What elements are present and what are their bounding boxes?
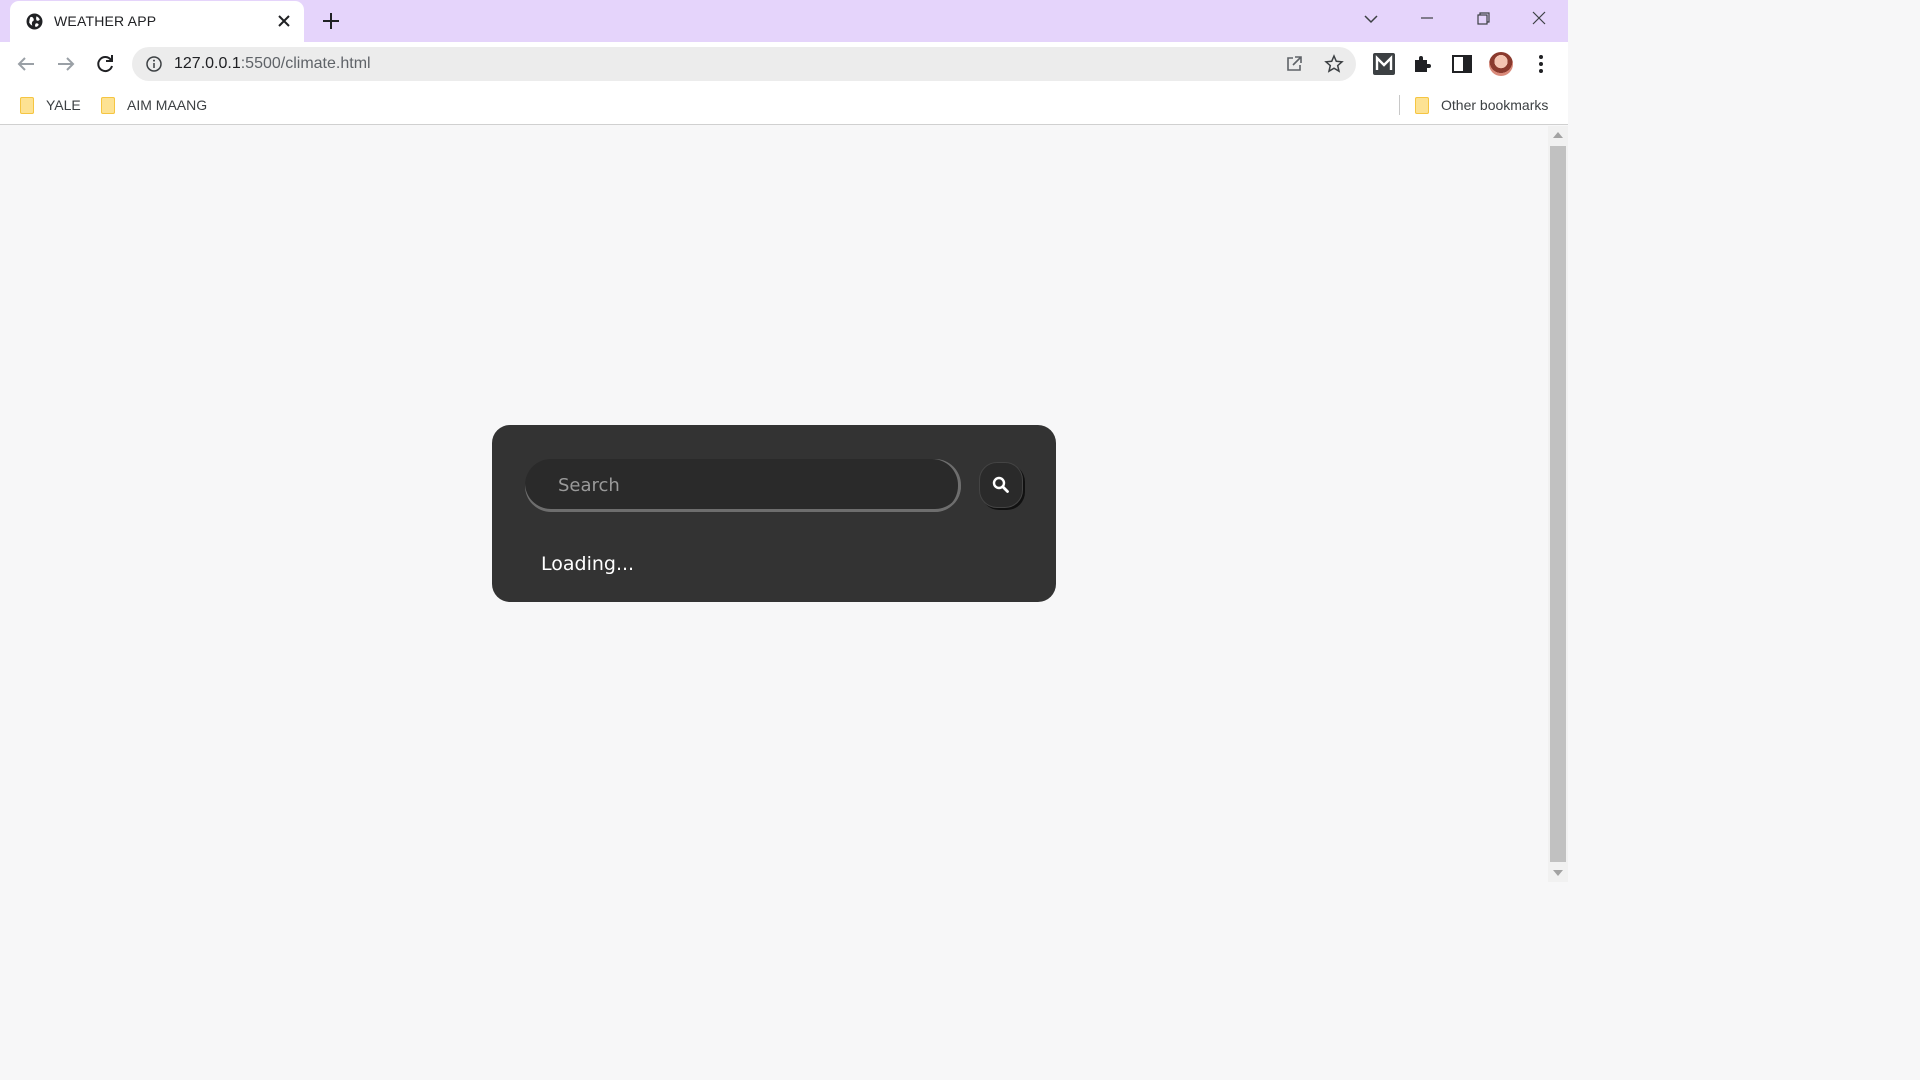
scroll-thumb[interactable] — [1550, 146, 1566, 862]
url-path: :5500/climate.html — [240, 55, 371, 72]
info-icon[interactable] — [146, 56, 162, 72]
vertical-scrollbar[interactable] — [1548, 126, 1568, 882]
close-window-icon[interactable] — [1522, 4, 1556, 34]
search-icon — [992, 476, 1009, 493]
tab-title: WEATHER APP — [54, 13, 157, 29]
browser-toolbar: 127.0.0.1:5500/climate.html — [0, 42, 1568, 86]
scroll-up-arrow-icon[interactable] — [1553, 132, 1563, 138]
url-text: 127.0.0.1:5500/climate.html — [174, 55, 371, 73]
more-menu-icon[interactable] — [1530, 52, 1552, 76]
restore-icon[interactable] — [1466, 4, 1500, 34]
url-host: 127.0.0.1 — [174, 55, 241, 72]
bookmark-label: YALE — [46, 97, 81, 113]
search-button[interactable] — [979, 462, 1023, 508]
extension-m-icon[interactable] — [1372, 52, 1396, 76]
bookmark-label: AIM MAANG — [127, 97, 208, 113]
weather-card: Loading... — [492, 425, 1056, 602]
scroll-down-arrow-icon[interactable] — [1553, 870, 1563, 876]
folder-icon — [101, 96, 115, 114]
folder-icon — [20, 96, 34, 114]
page-viewport: Loading... — [0, 126, 1548, 882]
loading-status: Loading... — [541, 553, 635, 575]
extensions-puzzle-icon[interactable] — [1411, 52, 1435, 76]
forward-arrow-icon[interactable] — [52, 50, 80, 78]
side-panel-icon[interactable] — [1450, 52, 1474, 76]
address-bar[interactable]: 127.0.0.1:5500/climate.html — [132, 47, 1356, 81]
folder-icon — [1415, 96, 1429, 114]
bookmarks-bar: YALE AIM MAANG Other bookmarks — [0, 86, 1568, 125]
minimize-icon[interactable] — [1410, 4, 1444, 34]
close-tab-icon[interactable] — [274, 11, 294, 31]
tab-strip: WEATHER APP — [0, 0, 1568, 42]
share-icon[interactable] — [1284, 54, 1304, 74]
search-input[interactable] — [525, 459, 961, 512]
back-arrow-icon[interactable] — [12, 50, 40, 78]
globe-icon — [26, 13, 43, 30]
reload-icon[interactable] — [91, 50, 119, 78]
bookmark-aim-maang[interactable]: AIM MAANG — [101, 94, 207, 116]
other-bookmarks-label: Other bookmarks — [1441, 97, 1549, 113]
new-tab-icon[interactable] — [318, 8, 344, 34]
bookmark-other[interactable]: Other bookmarks — [1415, 94, 1548, 116]
profile-avatar[interactable] — [1489, 52, 1513, 76]
bookmark-yale[interactable]: YALE — [20, 94, 81, 116]
chevron-down-icon[interactable] — [1354, 4, 1388, 34]
bookmarks-divider — [1399, 95, 1400, 115]
bookmark-star-icon[interactable] — [1324, 54, 1344, 74]
browser-tab[interactable]: WEATHER APP — [10, 1, 304, 42]
